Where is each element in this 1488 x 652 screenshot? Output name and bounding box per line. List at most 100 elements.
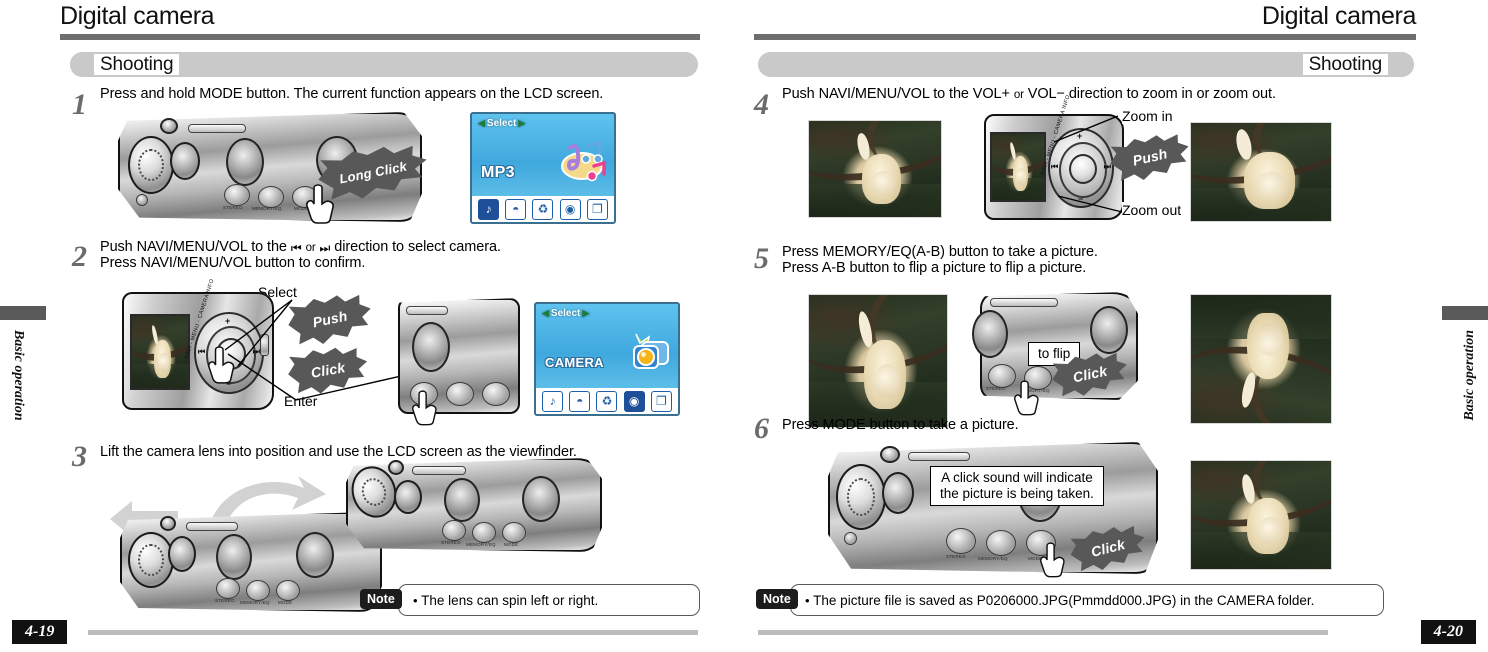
label-enter: Enter xyxy=(284,393,318,409)
camera-slot-5 xyxy=(990,298,1058,307)
step-1-text: Press and hold MODE button. The current … xyxy=(100,86,604,102)
camera-button-memory-label-4: MEMORY/EQ xyxy=(466,542,496,547)
lcd-select-label: Select xyxy=(486,118,517,129)
camera-viewfinder-icon xyxy=(170,142,200,180)
lcd-icon-camera-2[interactable]: ◉ xyxy=(623,390,645,412)
camera-button-stereo-4[interactable] xyxy=(442,520,466,541)
prev-icon-2: ⏮ xyxy=(1051,162,1059,171)
lcd-icon-radio[interactable]: ◓ xyxy=(505,198,527,220)
camera-button-memory-label-6: MEMORY/EQ xyxy=(978,556,1008,561)
callout-push-step2: Push xyxy=(284,288,376,350)
camera-button-stereo-3[interactable] xyxy=(216,578,240,599)
camera-button-mode-2[interactable] xyxy=(482,382,510,406)
lcd-icon-camera[interactable]: ◉ xyxy=(559,198,581,220)
step-number-3: 3 xyxy=(72,440,87,473)
camera-speaker-icon xyxy=(226,138,264,186)
prev-icon: ⏮ xyxy=(198,347,206,356)
camera-mic-hole-2 xyxy=(844,532,857,545)
next-icon: ⏭ xyxy=(252,347,260,356)
device-dial-view-step4: + − ⏮ ⏭ NAVI - MENU - CAMERA INFO xyxy=(984,94,1124,220)
note-text-left: The lens can spin left or right. xyxy=(399,593,598,608)
next-icon-2: ⏭ xyxy=(1103,162,1111,171)
camera-viewfinder-icon-4 xyxy=(882,472,914,514)
camera-button-mode-4[interactable] xyxy=(502,522,526,543)
camera-button-memory-2[interactable] xyxy=(446,382,474,406)
camera-knob-icon xyxy=(160,118,178,134)
photo-captured xyxy=(1190,460,1332,570)
camera-illustration-step3-before: STEREO MEMORY/EQ MODE xyxy=(120,512,382,612)
step-4-or: or xyxy=(1013,89,1024,101)
step-4-text-b: VOL− xyxy=(1027,86,1065,102)
right-page: Digital camera Shooting 4 Push NAVI/MENU… xyxy=(744,0,1488,652)
camera-button-mode-3[interactable] xyxy=(276,580,300,601)
section-band-cap xyxy=(70,52,96,77)
camera-speaker6-icon xyxy=(444,478,480,522)
camera-slot-4 xyxy=(412,466,466,475)
left-page-header: Digital camera xyxy=(0,0,744,40)
note-badge-left: Note xyxy=(360,589,402,609)
lcd-icon-photo-album-2[interactable]: ❐ xyxy=(650,390,672,412)
photo-zoom-before xyxy=(808,120,942,218)
page-title: Digital camera xyxy=(60,2,215,30)
hand-cursor-step2a xyxy=(208,344,240,384)
lcd-select-hint: ◀ Select ▶ xyxy=(478,118,525,129)
note-box-left: The lens can spin left or right. xyxy=(398,584,700,616)
label-zoom-in: Zoom in xyxy=(1122,108,1173,124)
step-4-text-c: direction to zoom in or zoom out. xyxy=(1068,86,1276,102)
footer-rule-right xyxy=(758,630,1328,635)
lcd-icon-photo-album[interactable]: ❐ xyxy=(586,198,608,220)
side-tab-cap-right xyxy=(1442,306,1488,320)
lcd-icon-music-note[interactable]: ♪ xyxy=(478,198,500,220)
camera-knob-icon-4 xyxy=(880,446,900,463)
chevron-right-icon: ▶ xyxy=(518,118,526,128)
right-page-header: Digital camera xyxy=(744,0,1488,40)
lcd-mode-bar: ♪ ◓ ♻ ◉ ❐ xyxy=(472,196,614,222)
camera-button-mode-label-4: MODE xyxy=(504,542,519,547)
hand-cursor-step1 xyxy=(306,182,340,224)
step-2-text-b: direction to select camera. xyxy=(334,239,501,255)
camera-button-stereo-6[interactable] xyxy=(946,528,976,554)
hand-cursor-step6 xyxy=(1040,540,1070,578)
camera-button-memory-3[interactable] xyxy=(246,580,270,601)
note-badge-right: Note xyxy=(756,589,798,609)
camera-button-memory-6[interactable] xyxy=(986,530,1016,556)
device-side-button[interactable] xyxy=(260,334,269,356)
callout-click-sound-line2: the picture is being taken. xyxy=(940,486,1094,501)
page-number-left: 4-19 xyxy=(12,620,68,644)
step-5-text-line1: Press MEMORY/EQ(A-B) button to take a pi… xyxy=(782,244,1098,260)
minus-icon-2: − xyxy=(1078,194,1084,204)
lcd-icon-microphone-2[interactable]: ♻ xyxy=(596,390,618,412)
step-number-6: 6 xyxy=(754,412,769,445)
camera-button-memory[interactable] xyxy=(258,186,284,208)
camera-button-memory-4[interactable] xyxy=(472,522,496,543)
lcd-mode-label-2: CAMERA xyxy=(545,354,604,370)
callout-click-step2: Click xyxy=(285,341,371,398)
step-number-2: 2 xyxy=(72,240,87,273)
camera-button-stereo-5[interactable] xyxy=(988,364,1016,388)
step-number-1: 1 xyxy=(72,88,87,121)
step-2-or: or xyxy=(305,242,316,254)
lcd-icon-microphone[interactable]: ♻ xyxy=(532,198,554,220)
camera-button-mode-label-3: MODE xyxy=(278,600,293,605)
camera-button-stereo-label-5: STEREO xyxy=(986,386,1006,391)
lcd-screen-camera: ◀ Select ▶ CAMERA ♪ ◓ ♻ ◉ ❐ xyxy=(534,302,680,416)
plus-icon: + xyxy=(225,316,231,326)
lcd-icon-music-note-2[interactable]: ♪ xyxy=(542,390,564,412)
lcd-icon-radio-2[interactable]: ◓ xyxy=(569,390,591,412)
camera-button-stereo[interactable] xyxy=(224,184,250,206)
navi-dial-2[interactable]: + − ⏮ ⏭ xyxy=(1048,128,1114,208)
camera-viewfinder-icon-3 xyxy=(394,480,422,514)
lcd-mp3-artwork xyxy=(556,140,608,184)
camera-slot xyxy=(188,124,246,133)
camera-speaker3-icon xyxy=(412,322,450,372)
photo-flip-before xyxy=(808,294,948,428)
navi-dial-center-2[interactable] xyxy=(1069,154,1097,184)
camera-button-stereo-label-6: STEREO xyxy=(946,554,966,559)
camera-speaker4-icon xyxy=(216,534,252,580)
camera-slot-3 xyxy=(186,522,238,531)
note-text-right: The picture file is saved as P0206000.JP… xyxy=(791,593,1314,608)
lcd-camera-artwork xyxy=(620,330,672,374)
preview-photo xyxy=(132,316,188,388)
step-2-text-line2: Press NAVI/MENU/VOL button to confirm. xyxy=(100,255,366,271)
page-title-right: Digital camera xyxy=(1261,2,1417,30)
